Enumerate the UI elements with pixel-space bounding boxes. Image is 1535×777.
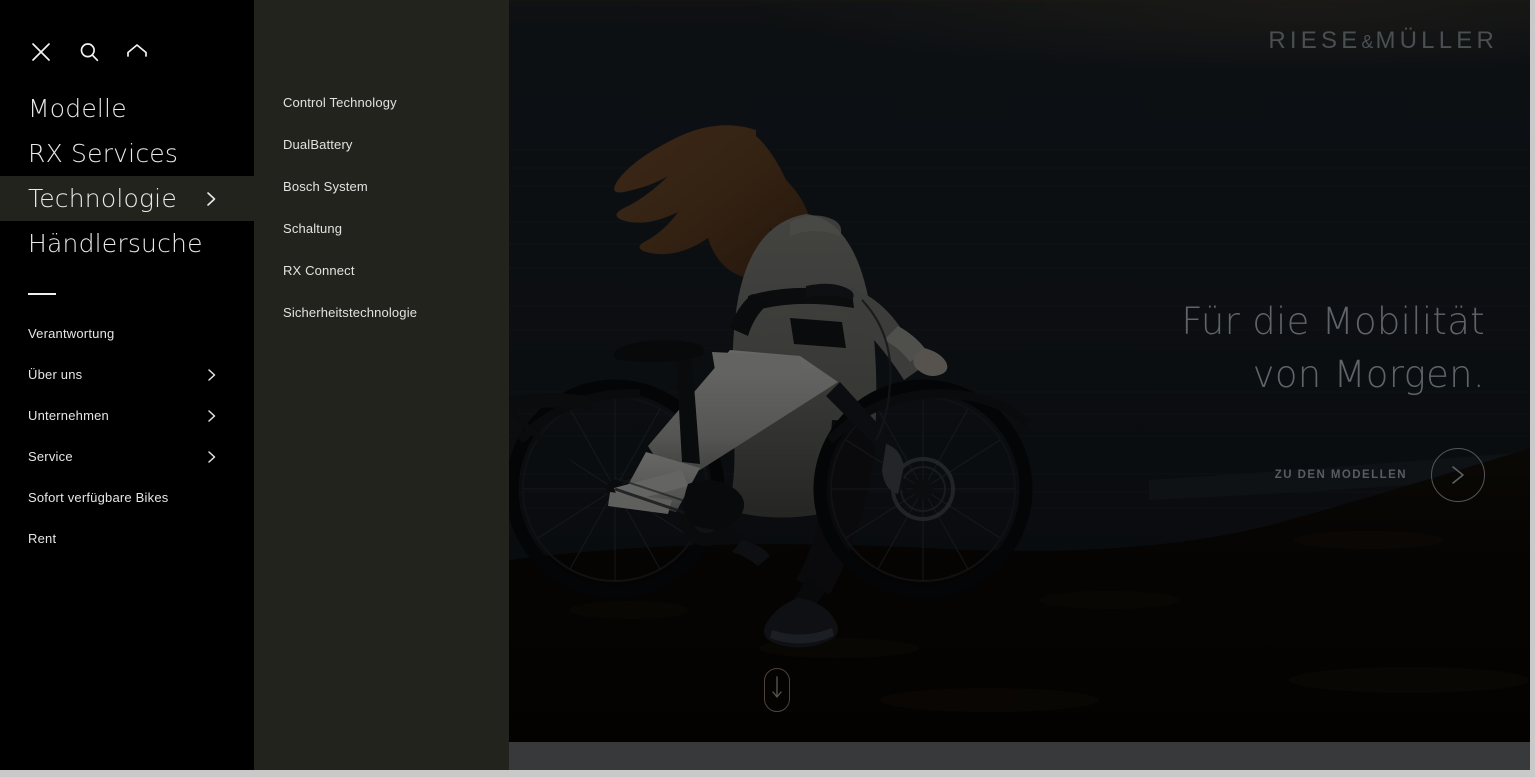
sidebar-item-modelle[interactable]: Modelle — [0, 86, 254, 131]
submenu-item-sicherheitstechnologie[interactable]: Sicherheitstechnologie — [254, 303, 509, 345]
chevron-right-icon — [206, 191, 217, 207]
hero-headline: Für die Mobilität von Morgen. — [1181, 296, 1485, 401]
window-bottom-border — [0, 770, 1535, 777]
sidebar-divider — [28, 293, 56, 295]
brand-logo-riese: RIESE — [1268, 27, 1362, 54]
chevron-right-icon — [207, 450, 217, 464]
sidebar-main-nav: Modelle RX Services Technologie Händlers… — [0, 86, 254, 266]
chevron-right-icon — [207, 368, 217, 382]
home-icon[interactable] — [124, 39, 150, 65]
sidebar-item-label: Händlersuche — [28, 229, 203, 258]
brand-logo-muller: MÜLLER — [1375, 27, 1498, 54]
window-right-border — [1530, 0, 1535, 770]
hero-cta-label: ZU DEN MODELLEN — [1274, 469, 1407, 481]
sidebar-item-rx-services[interactable]: RX Services — [0, 131, 254, 176]
sidebar-item-label: Rent — [28, 531, 57, 546]
sidebar-item-label: Modelle — [28, 94, 127, 123]
sidebar-item-service[interactable]: Service — [0, 436, 254, 477]
search-icon[interactable] — [76, 39, 102, 65]
brand-logo: RIESE&MÜLLER — [1268, 27, 1498, 55]
sidebar-item-label: Über uns — [28, 367, 83, 382]
sidebar-item-label: Verantwortung — [28, 326, 115, 341]
hero-cta[interactable]: ZU DEN MODELLEN — [1275, 448, 1485, 502]
sidebar-item-label: Technologie — [28, 184, 177, 213]
sidebar-item-label: Service — [28, 449, 73, 464]
sidebar-item-ueber-uns[interactable]: Über uns — [0, 354, 254, 395]
chevron-right-icon — [207, 409, 217, 423]
sidebar-secondary-nav: Verantwortung Über uns Unternehmen Servi… — [0, 313, 254, 559]
browser-viewport: RIESE&MÜLLER Für die Mobilität von Morge… — [0, 0, 1535, 777]
submenu-item-bosch-system[interactable]: Bosch System — [254, 177, 509, 219]
sidebar-item-unternehmen[interactable]: Unternehmen — [0, 395, 254, 436]
sidebar-item-haendlersuche[interactable]: Händlersuche — [0, 221, 254, 266]
sidebar-item-rent[interactable]: Rent — [0, 518, 254, 559]
brand-logo-ampersand: & — [1361, 32, 1376, 52]
submenu-item-dualbattery[interactable]: DualBattery — [254, 135, 509, 177]
hero-headline-line-2: von Morgen. — [1252, 352, 1485, 396]
submenu-item-control-technology[interactable]: Control Technology — [254, 93, 509, 135]
scroll-down-icon[interactable] — [764, 668, 790, 712]
hero-section: RIESE&MÜLLER Für die Mobilität von Morge… — [509, 0, 1530, 742]
submenu-list: Control Technology DualBattery Bosch Sys… — [254, 0, 509, 345]
sidebar-item-label: Sofort verfügbare Bikes — [28, 490, 169, 505]
submenu-item-rx-connect[interactable]: RX Connect — [254, 261, 509, 303]
hero-headline-line-1: Für die Mobilität — [1181, 300, 1485, 343]
submenu-panel: Control Technology DualBattery Bosch Sys… — [254, 0, 509, 770]
sidebar-item-technologie[interactable]: Technologie — [0, 176, 254, 221]
chevron-right-icon[interactable] — [1431, 448, 1485, 502]
sidebar-item-label: RX Services — [28, 139, 179, 168]
main-navigation-sidebar: Modelle RX Services Technologie Händlers… — [0, 0, 254, 770]
sidebar-item-label: Unternehmen — [28, 408, 109, 423]
sidebar-item-verantwortung[interactable]: Verantwortung — [0, 313, 254, 354]
sidebar-item-sofort-verfuegbare-bikes[interactable]: Sofort verfügbare Bikes — [0, 477, 254, 518]
submenu-item-schaltung[interactable]: Schaltung — [254, 219, 509, 261]
sidebar-icon-row — [0, 0, 254, 72]
page-background-strip — [509, 742, 1530, 770]
close-icon[interactable] — [28, 39, 54, 65]
